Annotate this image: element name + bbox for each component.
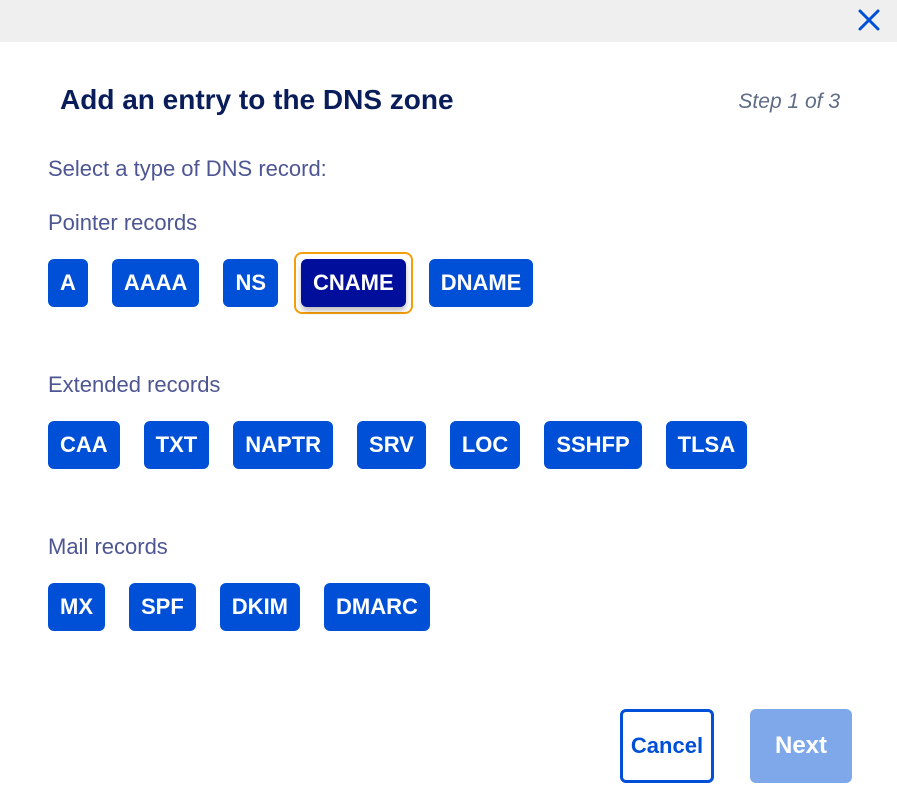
record-button-ns[interactable]: NS	[223, 259, 279, 307]
step-indicator: Step 1 of 3	[738, 90, 840, 113]
record-button-cname[interactable]: CNAME	[301, 259, 406, 307]
record-button-mx[interactable]: MX	[48, 583, 105, 631]
close-button[interactable]	[855, 6, 883, 34]
extended-records-label: Extended records	[48, 372, 221, 397]
mail-records-label: Mail records	[48, 534, 168, 559]
pointer-records-row: A AAAA NS CNAME DNAME	[48, 252, 557, 314]
extended-records-row: CAA TXT NAPTR SRV LOC SSHFP TLSA	[48, 421, 771, 469]
dialog-topbar	[0, 0, 897, 42]
record-button-txt[interactable]: TXT	[143, 421, 210, 469]
record-button-naptr[interactable]: NAPTR	[233, 421, 334, 469]
record-button-a[interactable]: A	[48, 259, 88, 307]
record-button-spf[interactable]: SPF	[129, 583, 196, 631]
record-button-dmarc[interactable]: DMARC	[324, 583, 430, 631]
dialog-subtitle: Select a type of DNS record:	[48, 156, 327, 181]
cancel-button[interactable]: Cancel	[620, 709, 714, 783]
record-button-loc[interactable]: LOC	[449, 421, 521, 469]
record-button-sshfp[interactable]: SSHFP	[544, 421, 642, 469]
dns-entry-dialog: Add an entry to the DNS zone Step 1 of 3…	[0, 0, 897, 812]
pointer-records-label: Pointer records	[48, 210, 198, 235]
record-button-tlsa[interactable]: TLSA	[665, 421, 748, 469]
mail-records-row: MX SPF DKIM DMARC	[48, 583, 454, 631]
record-button-aaaa[interactable]: AAAA	[111, 259, 200, 307]
record-button-caa[interactable]: CAA	[48, 421, 120, 469]
dialog-title: Add an entry to the DNS zone	[60, 84, 454, 115]
record-button-dkim[interactable]: DKIM	[219, 583, 301, 631]
selected-focus-ring: CNAME	[294, 252, 413, 314]
close-icon	[858, 9, 880, 31]
record-button-dname[interactable]: DNAME	[428, 259, 534, 307]
record-button-srv[interactable]: SRV	[357, 421, 426, 469]
next-button[interactable]: Next	[750, 709, 852, 783]
